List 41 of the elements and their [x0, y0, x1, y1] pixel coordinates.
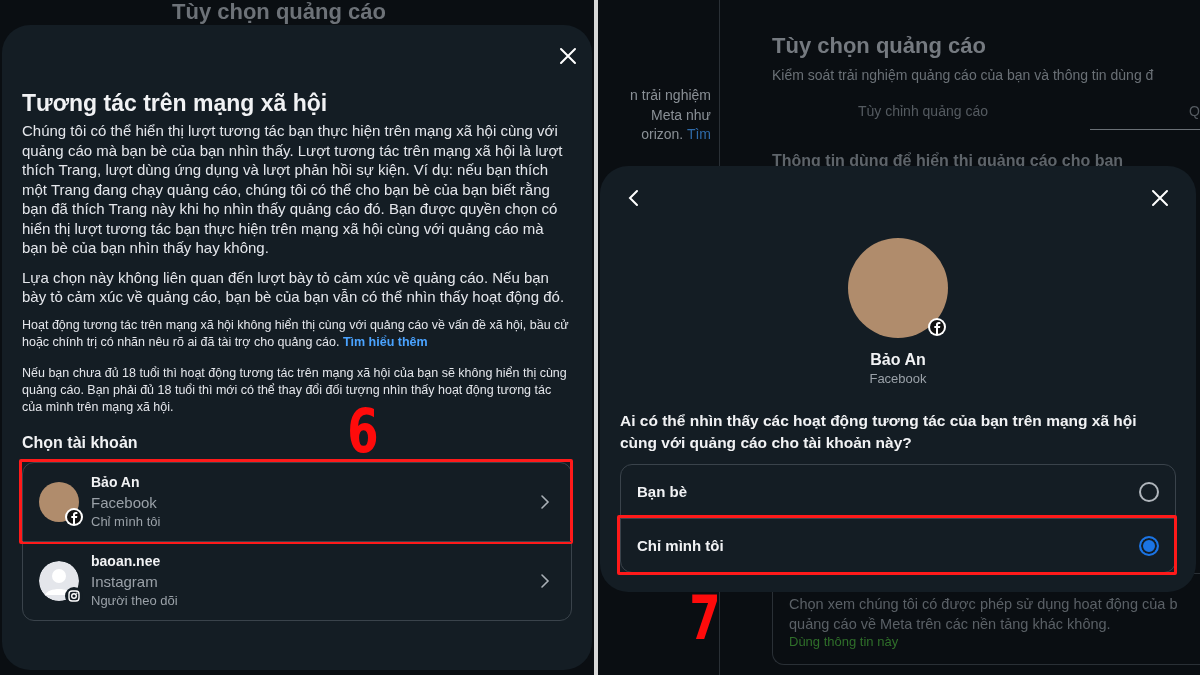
- paragraph: Hoạt động tương tác trên mạng xã hội không hiển thị cùng với quảng cáo về vấn đề xã hội, bầu cử hoặc chính trị có nhãn nêu rõ ai đã tài trợ cho quảng cáo. Tìm hiểu thêm: [22, 316, 570, 351]
- status-label: Dùng thông tin này: [789, 634, 900, 649]
- page-subtitle: Kiểm soát trải nghiệm quảng cáo của bạn và thông tin dùng đ: [772, 67, 1155, 83]
- radio-button[interactable]: [1139, 535, 1159, 556]
- facebook-badge-icon: [65, 507, 83, 526]
- platform-label: Facebook: [868, 370, 928, 388]
- account-name: Bảo An: [91, 473, 141, 492]
- option-row[interactable]: Bạn bè: [621, 465, 1175, 518]
- option-label: Bạn bè: [637, 483, 687, 500]
- audience-label: Chỉ mình tôi: [91, 513, 162, 530]
- step-number: 7: [689, 588, 721, 648]
- option-label: Chỉ mình tôi: [637, 537, 724, 554]
- paragraph: Lựa chọn này không liên quan đến lượt bày tỏ cảm xúc về quảng cáo. Nếu bạn bày tỏ cảm xúc về quảng cáo, bạn bè của bạn vẫn có thể nhìn thấy hoạt động đó.: [22, 267, 566, 307]
- instagram-badge-icon: [65, 586, 83, 605]
- option-row[interactable]: Chỉ mình tôi: [621, 518, 1175, 572]
- sidebar-text: orizon.: [641, 126, 684, 142]
- account-name: baoan.nee: [91, 552, 162, 571]
- learn-more-link[interactable]: Tìm hiểu thêm: [342, 334, 428, 349]
- chevron-right-icon: [539, 493, 551, 510]
- radio-button[interactable]: [1139, 481, 1159, 502]
- close-icon[interactable]: [558, 46, 578, 66]
- platform-label: Facebook: [91, 493, 158, 513]
- card-description: Chọn xem chúng tôi có được phép sử dụng hoạt động của b quảng cáo về Meta trên các nền tảng khác không.: [789, 595, 1179, 634]
- close-icon[interactable]: [1150, 188, 1170, 208]
- question-text: Ai có thể nhìn thấy các hoạt động tương tác của bạn trên mạng xã hội cùng với quảng cáo cho tài khoản này?: [620, 411, 1138, 453]
- account-row[interactable]: baoan.nee Instagram Người theo dõi: [23, 540, 571, 620]
- dialog-title: Tương tác trên mạng xã hội: [22, 89, 329, 117]
- avatar-photo: [39, 481, 79, 522]
- platform-label: Instagram: [91, 572, 159, 592]
- avatar-silhouette: [39, 560, 79, 601]
- chevron-right-icon: [539, 572, 551, 589]
- page-title: Tùy chọn quảng cáo: [172, 0, 386, 24]
- paragraph: Chúng tôi có thể hiển thị lượt tương tác bạn thực hiện trên mạng xã hội cùng với quảng cáo mà bạn bè của bạn nhìn thấy. Lượt tương tác trên mạng xã hội là lượt thích Trang, lượt dùng ứng dụng và lượt phản hồi sự kiện. Ví dụ: nếu bạn thích một Trang đang chạy quảng cáo, chúng tôi có thể cho bạn bè của bạn biết rằng bạn đã thích Trang này khi họ nhìn thấy quảng cáo đó. Bạn được quyền chọn có hiển thị lượt tương tác bạn thực hiện trên mạng xã hội cùng với quảng cáo mà bạn bè của bạn nhìn thấy hay không.: [22, 121, 564, 258]
- facebook-badge-icon: [928, 318, 946, 336]
- account-row[interactable]: Bảo An Facebook Chỉ mình tôi: [23, 462, 571, 541]
- profile-name: Bảo An: [869, 350, 927, 370]
- audience-label: Người theo dõi: [91, 592, 179, 609]
- section-title: Chọn tài khoản: [22, 433, 139, 452]
- sidebar-text: Meta như: [651, 106, 711, 123]
- sidebar-text: n trải nghiệm: [630, 87, 711, 103]
- page-title: Tùy chọn quảng cáo: [772, 33, 987, 59]
